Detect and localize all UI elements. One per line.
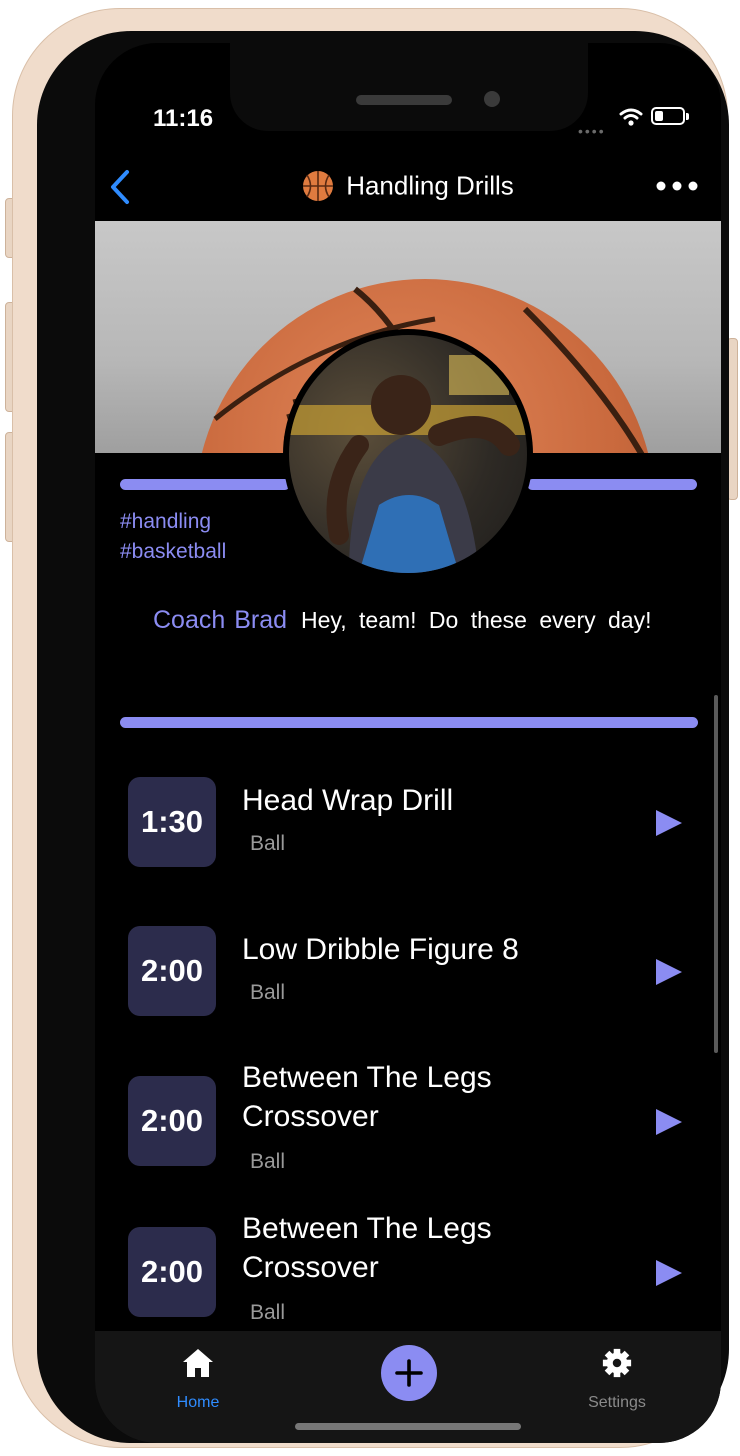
drill-name: Between The Legs Crossover (242, 1061, 492, 1133)
coach-photo (289, 335, 527, 573)
drill-equipment: Ball (250, 832, 286, 855)
add-button[interactable] (381, 1345, 437, 1401)
tab-home[interactable]: Home (138, 1347, 258, 1412)
play-icon[interactable] (654, 957, 684, 987)
gear-icon (602, 1348, 632, 1378)
notch (230, 43, 588, 131)
drill-name: Head Wrap Drill (242, 784, 454, 817)
status-time: 11:16 (153, 105, 214, 132)
drill-duration: 2:00 (128, 1227, 216, 1317)
drill-name: Low Dribble Figure 8 (242, 933, 519, 966)
home-icon (183, 1349, 213, 1377)
message-text: Hey, team! Do these every day! (301, 607, 652, 633)
drill-equipment: Ball (250, 981, 286, 1004)
plus-icon (395, 1359, 423, 1387)
play-icon[interactable] (654, 1107, 684, 1137)
section-divider (120, 717, 698, 728)
scrollbar[interactable] (714, 695, 718, 1053)
speaker (356, 95, 452, 105)
play-icon[interactable] (654, 808, 684, 838)
signal-icon: •••• (578, 123, 606, 139)
play-icon[interactable] (654, 1258, 684, 1288)
drill-equipment: Ball (250, 1301, 286, 1324)
phone-frame: 11:16 •••• Handling Drills #handling #ba… (12, 8, 729, 1448)
drill-duration: 2:00 (128, 926, 216, 1016)
camera (484, 91, 500, 107)
drill-duration: 1:30 (128, 777, 216, 867)
phone-bezel: 11:16 •••• Handling Drills #handling #ba… (37, 31, 729, 1443)
tab-settings-label: Settings (588, 1394, 646, 1411)
accent-bar-right (527, 479, 697, 490)
drill-name: Between The Legs Crossover (242, 1212, 492, 1284)
coach-message: Coach Brad Hey, team! Do these every day! (141, 603, 681, 637)
ellipsis-icon[interactable] (655, 179, 699, 193)
page-title: Handling Drills (95, 169, 721, 202)
tab-home-label: Home (176, 1394, 220, 1411)
hashtag[interactable]: #basketball (120, 537, 226, 567)
screen: 11:16 •••• Handling Drills #handling #ba… (95, 43, 721, 1443)
basketball-icon (303, 171, 334, 202)
hashtags: #handling #basketball (120, 507, 226, 567)
wifi-icon (619, 108, 643, 126)
tab-settings[interactable]: Settings (557, 1347, 677, 1412)
coach-name[interactable]: Coach Brad (153, 606, 287, 634)
drill-equipment: Ball (250, 1150, 286, 1173)
accent-bar-left (120, 479, 290, 490)
page-title-text: Handling Drills (346, 170, 514, 201)
battery-icon (651, 107, 689, 125)
hashtag[interactable]: #handling (120, 507, 226, 537)
drill-duration: 2:00 (128, 1076, 216, 1166)
coach-avatar[interactable] (283, 329, 533, 579)
home-indicator (295, 1423, 521, 1430)
